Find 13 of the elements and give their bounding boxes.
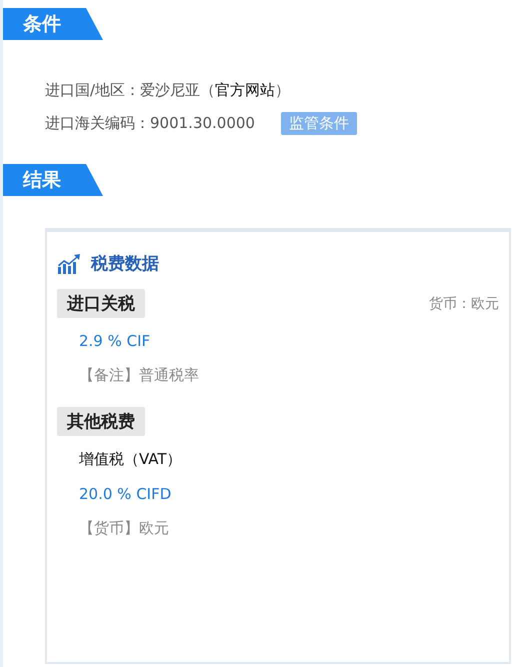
- tax-name: 增值税（VAT）: [79, 450, 183, 469]
- group-label: 进口关税: [57, 289, 145, 318]
- remark-text: 【货币】欧元: [79, 519, 170, 538]
- website-link[interactable]: 官方网站: [215, 81, 276, 99]
- hs-code-text: 进口海关编码：9001.30.0000: [45, 114, 255, 133]
- remark-text: 【备注】普通税率: [79, 366, 200, 385]
- currency-text: 货币：欧元: [429, 294, 499, 312]
- rate-text: 20.0 % CIFD: [79, 485, 172, 503]
- group-label: 其他税费: [57, 407, 145, 436]
- country-text: 进口国/地区：爱沙尼亚（官方网站）: [45, 81, 290, 100]
- card-title: 税费数据: [91, 253, 159, 275]
- chart-icon: [57, 254, 81, 274]
- rate-text: 2.9 % CIF: [79, 332, 152, 350]
